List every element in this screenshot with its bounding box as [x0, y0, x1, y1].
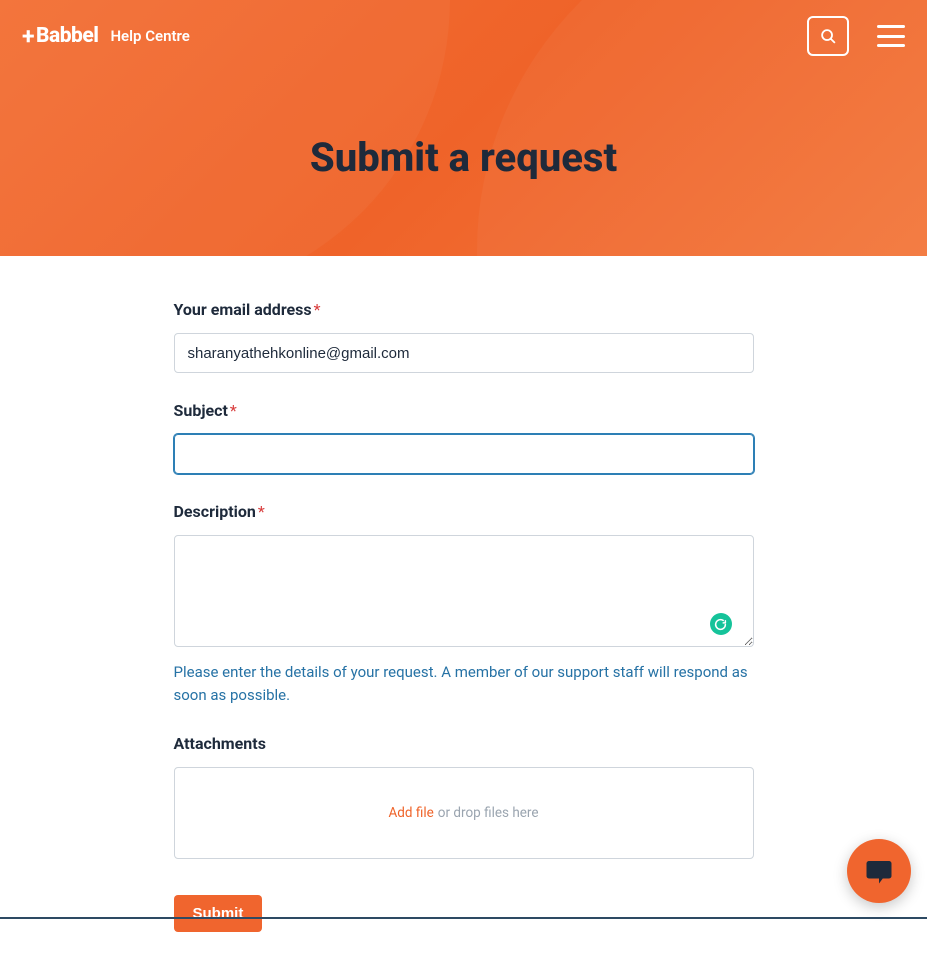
brand-area[interactable]: +Babbel Help Centre — [22, 23, 190, 50]
attachments-label: Attachments — [174, 734, 754, 753]
chat-icon — [864, 856, 894, 886]
subject-label: Subject* — [174, 401, 754, 420]
logo-text: Babbel — [36, 24, 98, 48]
description-field[interactable] — [174, 535, 754, 647]
description-label: Description* — [174, 502, 754, 521]
chat-widget-button[interactable] — [847, 839, 911, 903]
search-icon — [820, 28, 837, 45]
add-file-link[interactable]: Add file — [388, 805, 433, 821]
grammarly-icon[interactable] — [710, 613, 732, 635]
required-mark: * — [230, 401, 237, 420]
header-actions — [807, 16, 905, 56]
required-mark: * — [314, 300, 321, 319]
plus-icon: + — [22, 23, 34, 50]
file-dropzone[interactable]: Add file or drop files here — [174, 767, 754, 859]
help-centre-link[interactable]: Help Centre — [110, 27, 189, 45]
subject-field[interactable] — [174, 434, 754, 474]
hamburger-line — [877, 44, 905, 47]
attachments-group: Attachments Add file or drop files here — [174, 734, 754, 859]
required-mark: * — [258, 502, 265, 521]
email-field[interactable] — [174, 333, 754, 373]
hero-banner: +Babbel Help Centre Submit a request — [0, 0, 927, 256]
babbel-logo[interactable]: +Babbel — [22, 23, 98, 50]
email-group: Your email address* — [174, 300, 754, 373]
textarea-wrap — [174, 535, 754, 651]
header-bar: +Babbel Help Centre — [0, 0, 927, 72]
page-title: Submit a request — [0, 134, 927, 181]
submit-button[interactable]: Submit — [174, 895, 263, 932]
description-group: Description* Please enter the details of… — [174, 502, 754, 706]
subject-group: Subject* — [174, 401, 754, 474]
hamburger-line — [877, 25, 905, 28]
menu-button[interactable] — [877, 25, 905, 47]
hamburger-line — [877, 35, 905, 38]
description-hint: Please enter the details of your request… — [174, 661, 754, 706]
search-button[interactable] — [807, 16, 849, 56]
email-label: Your email address* — [174, 300, 754, 319]
drop-hint: or drop files here — [438, 805, 539, 821]
request-form: Your email address* Subject* Description… — [174, 256, 754, 972]
